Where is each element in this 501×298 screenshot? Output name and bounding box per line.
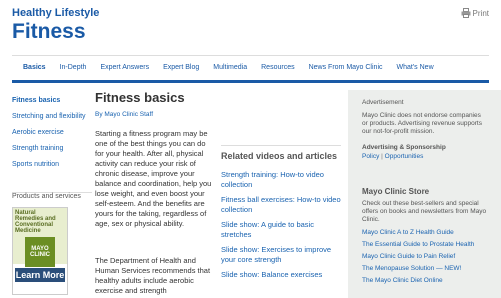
related-link[interactable]: Fitness ball exercises: How-to video col… — [221, 195, 341, 215]
article-title: Fitness basics — [95, 90, 185, 105]
printer-icon — [461, 8, 471, 18]
sponsorship-heading: Advertising & Sponsorship — [362, 144, 446, 151]
learn-more-button[interactable]: Learn More — [15, 268, 65, 282]
related-links: Related videos and articles Strength tra… — [221, 145, 341, 285]
related-link[interactable]: Slide show: Exercises to improve your co… — [221, 245, 341, 265]
tab-news[interactable]: News From Mayo Clinic — [302, 54, 390, 82]
store-item[interactable]: Mayo Clinic A to Z Health Guide — [362, 229, 492, 237]
sidebar-nav: Fitness basics Stretching and flexibilit… — [12, 97, 92, 177]
sidebar-item-aerobic[interactable]: Aerobic exercise — [12, 129, 92, 137]
ad-label: Advertisement — [362, 99, 404, 106]
article-paragraph: The Department of Health and Human Servi… — [95, 256, 211, 295]
tab-expert-blog[interactable]: Expert Blog — [156, 54, 206, 82]
print-label: Print — [472, 8, 489, 18]
section-kicker: Healthy Lifestyle — [12, 7, 100, 19]
page-header: Healthy Lifestyle Fitness — [12, 7, 99, 44]
related-link[interactable]: Slide show: A guide to basic stretches — [221, 220, 341, 240]
sidebar-item-sports-nutrition[interactable]: Sports nutrition — [12, 161, 92, 169]
tab-resources[interactable]: Resources — [254, 54, 301, 82]
sidebar-item-stretching[interactable]: Stretching and flexibility — [12, 113, 92, 121]
store-list: Mayo Clinic A to Z Health Guide The Esse… — [362, 229, 492, 289]
opportunities-link[interactable]: Opportunities — [385, 153, 424, 160]
section-nav: Basics In-Depth Expert Answers Expert Bl… — [12, 55, 489, 83]
store-description: Check out these best-sellers and special… — [362, 200, 487, 223]
tab-whats-new[interactable]: What's New — [390, 54, 441, 82]
store-heading: Mayo Clinic Store — [362, 187, 430, 196]
sidebar-item-strength[interactable]: Strength training — [12, 145, 92, 153]
tab-multimedia[interactable]: Multimedia — [206, 54, 254, 82]
sidebar-item-fitness-basics[interactable]: Fitness basics — [12, 97, 92, 105]
separator: | — [381, 153, 383, 160]
byline-link[interactable]: By Mayo Clinic Staff — [95, 111, 153, 118]
tab-basics[interactable]: Basics — [16, 54, 53, 82]
products-services-heading: Products and services — [12, 192, 92, 200]
tab-expert-answers[interactable]: Expert Answers — [93, 54, 156, 82]
store-item[interactable]: The Menopause Solution — NEW! — [362, 265, 492, 273]
related-link[interactable]: Slide show: Balance exercises — [221, 270, 341, 280]
tab-in-depth[interactable]: In-Depth — [53, 54, 94, 82]
related-heading: Related videos and articles — [221, 151, 338, 161]
book-promo[interactable]: Natural Remedies and Conventional Medici… — [12, 207, 68, 295]
book-image: MAYO CLINIC — [25, 237, 55, 267]
book-title: Natural Remedies and Conventional Medici… — [15, 210, 56, 234]
ad-links: Policy | Opportunities — [362, 153, 423, 160]
policy-link[interactable]: Policy — [362, 153, 379, 160]
article-paragraph: Starting a fitness program may be one of… — [95, 129, 212, 228]
print-button[interactable]: Print — [461, 8, 489, 18]
store-item[interactable]: Mayo Clinic Guide to Pain Relief — [362, 253, 492, 261]
store-item[interactable]: The Essential Guide to Prostate Health — [362, 241, 492, 249]
store-item[interactable]: The Mayo Clinic Diet Online — [362, 277, 492, 285]
book-cover-area: Natural Remedies and Conventional Medici… — [13, 208, 67, 267]
related-link[interactable]: Strength training: How-to video collecti… — [221, 170, 341, 190]
ad-disclaimer: Mayo Clinic does not endorse companies o… — [362, 112, 482, 135]
mayo-logo: MAYO CLINIC — [30, 246, 50, 258]
page-title: Fitness — [12, 20, 86, 43]
